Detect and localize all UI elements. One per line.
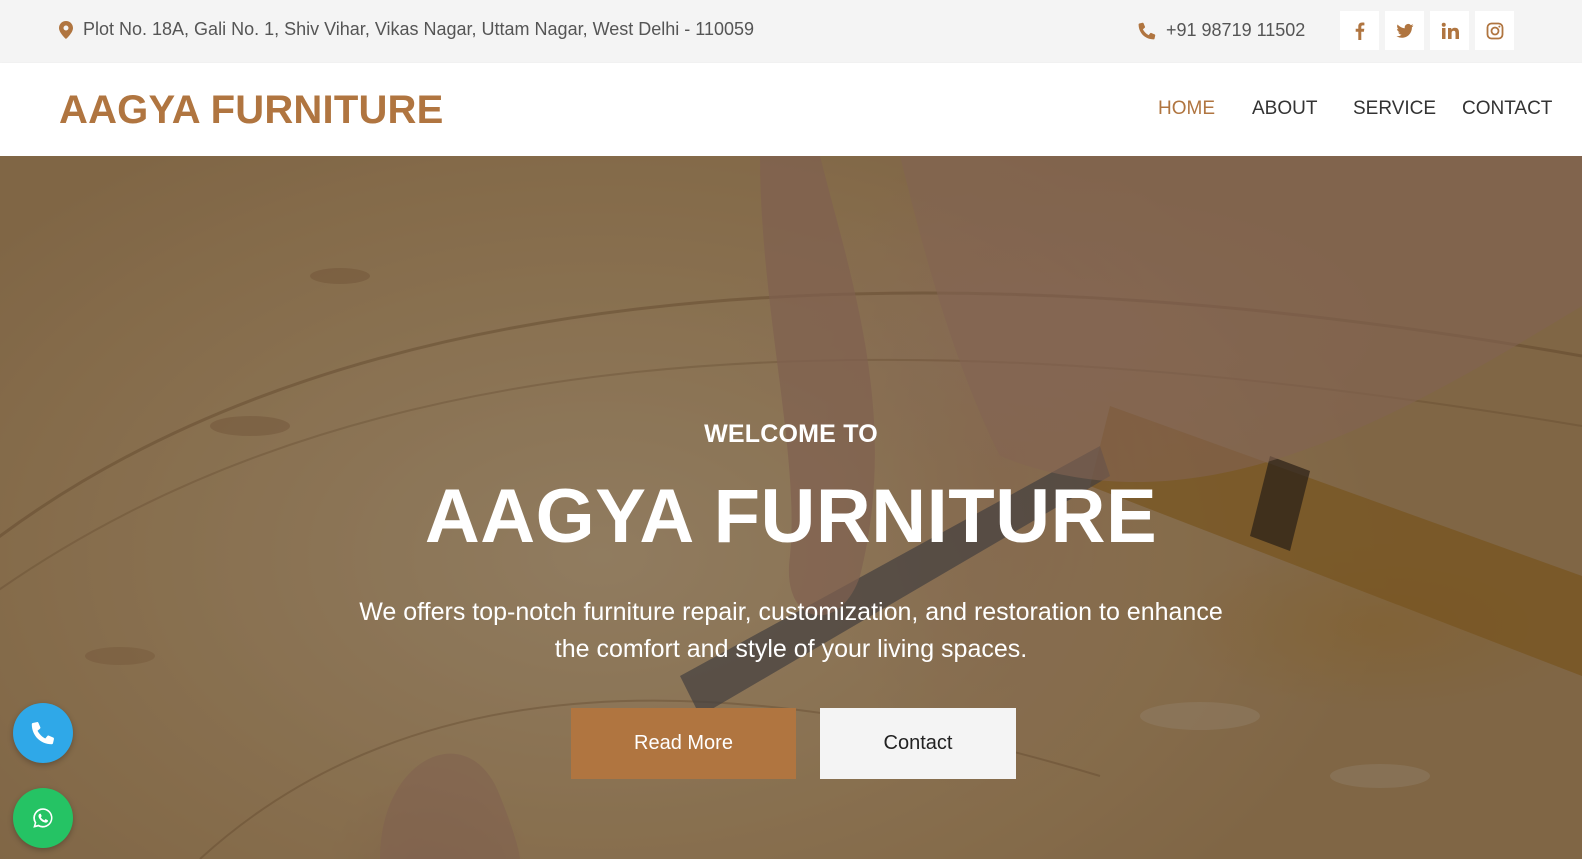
- nav-contact[interactable]: CONTACT: [1462, 98, 1552, 120]
- nav-home[interactable]: HOME: [1158, 98, 1215, 120]
- whatsapp-icon: [33, 808, 53, 828]
- main-navbar: AAGYA FURNITURE HOME ABOUT SERVICE CONTA…: [0, 63, 1582, 156]
- phone-number: +91 98719 11502: [1166, 20, 1306, 40]
- nav-service[interactable]: SERVICE: [1353, 98, 1436, 120]
- linkedin-icon: [1441, 22, 1459, 39]
- map-pin-icon: [59, 20, 73, 39]
- phone-icon: [31, 722, 54, 745]
- nav-about[interactable]: ABOUT: [1252, 98, 1317, 120]
- instagram-icon: [1486, 22, 1503, 39]
- instagram-link[interactable]: [1475, 11, 1514, 50]
- phone-icon: [1138, 22, 1156, 39]
- hero-welcome: WELCOME TO: [704, 420, 878, 448]
- twitter-link[interactable]: [1385, 11, 1424, 50]
- whatsapp-float-button[interactable]: [13, 788, 73, 848]
- call-float-button[interactable]: [13, 703, 73, 763]
- contact-button[interactable]: Contact: [820, 708, 1016, 779]
- facebook-link[interactable]: [1340, 11, 1379, 50]
- address: Plot No. 18A, Gali No. 1, Shiv Vihar, Vi…: [59, 19, 754, 40]
- read-more-button[interactable]: Read More: [571, 708, 796, 779]
- address-text: Plot No. 18A, Gali No. 1, Shiv Vihar, Vi…: [83, 19, 755, 39]
- hero-description: We offers top-notch furniture repair, cu…: [359, 598, 1223, 663]
- top-bar: Plot No. 18A, Gali No. 1, Shiv Vihar, Vi…: [0, 0, 1582, 63]
- top-phone[interactable]: +91 98719 11502: [1138, 20, 1305, 41]
- linkedin-link[interactable]: [1430, 11, 1469, 50]
- twitter-icon: [1396, 23, 1413, 38]
- site-logo[interactable]: AAGYA FURNITURE: [59, 88, 444, 133]
- hero-title: AAGYA FURNITURE: [424, 474, 1158, 559]
- facebook-icon: [1355, 22, 1364, 40]
